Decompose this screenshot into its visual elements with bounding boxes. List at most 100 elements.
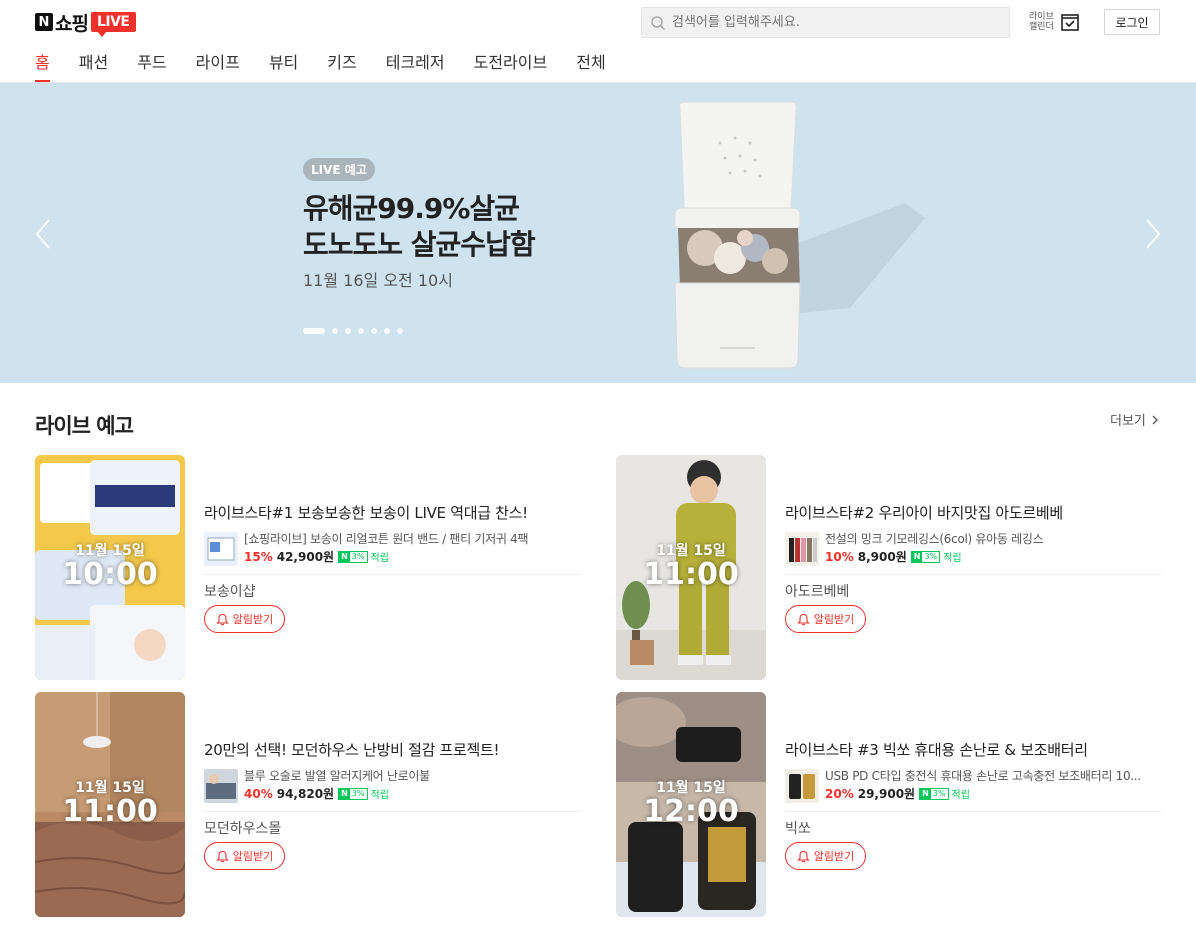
product-price-row: 10% 8,900원 N 3% 적립 — [825, 548, 962, 565]
product-thumbnail[interactable] — [785, 769, 819, 803]
live-schedule-card[interactable]: 11월 15일 11:00 20만의 선택! 모던하우스 난방비 절감 프로젝트… — [35, 692, 580, 917]
live-title[interactable]: 라이브스타 #3 빅쏘 휴대용 손난로 & 보조배터리 — [785, 739, 1088, 760]
nav-tab-challenge-live[interactable]: 도전라이브 — [474, 49, 548, 82]
login-button[interactable]: 로그인 — [1104, 9, 1160, 35]
search-icon — [651, 15, 666, 30]
alarm-button[interactable]: 알림받기 — [785, 842, 866, 870]
bell-icon — [796, 613, 810, 625]
live-preview-badge: LIVE 예고 — [303, 158, 375, 181]
live-calendar-button[interactable]: 라이브 캘린더 — [1029, 12, 1080, 32]
product-image — [785, 532, 819, 566]
product-name[interactable]: 블루 오술로 발열 알러지케어 난로이불 — [244, 767, 580, 784]
nav-tab-fashion[interactable]: 패션 — [79, 49, 108, 82]
calendar-icon — [1061, 14, 1079, 31]
carousel-dot[interactable] — [303, 328, 325, 334]
logo-live-badge: LIVE — [90, 12, 136, 37]
live-title[interactable]: 라이브스타#2 우리아이 바지맛집 아도르베베 — [785, 502, 1063, 523]
product-image — [204, 769, 238, 803]
carousel-dot[interactable] — [371, 328, 377, 334]
hero-banner[interactable]: LIVE 예고 유해균99.9%살균 도노도노 살균수납함 11월 16일 오전… — [0, 83, 1196, 383]
naver-n-icon: N — [35, 13, 53, 31]
product-image — [204, 532, 238, 566]
npay-rate: 3% — [351, 788, 365, 798]
seller-name[interactable]: 모던하우스몰 — [204, 818, 281, 838]
search-input[interactable] — [672, 15, 992, 30]
alarm-button[interactable]: 알림받기 — [204, 842, 285, 870]
nav-tab-kids[interactable]: 키즈 — [327, 49, 356, 82]
product-thumbnail[interactable] — [204, 769, 238, 803]
live-calendar-label: 라이브 캘린더 — [1029, 12, 1054, 32]
sale-price: 94,820원 — [276, 787, 335, 801]
product-price-row: 40% 94,820원 N 3% 적립 — [244, 785, 389, 802]
divider — [204, 811, 580, 812]
npay-rate: 3% — [351, 551, 365, 561]
logo-text: 쇼핑 — [55, 12, 89, 35]
live-thumbnail[interactable]: 11월 15일 11:00 — [616, 455, 766, 680]
live-time: 12:00 — [643, 794, 739, 829]
carousel-dot[interactable] — [384, 328, 390, 334]
sale-price: 42,900원 — [276, 550, 335, 564]
live-schedule-card[interactable]: 11월 15일 10:00 라이브스타#1 보송보송한 보송이 LIVE 역대급… — [35, 455, 580, 680]
live-thumbnail[interactable]: 11월 15일 11:00 — [35, 692, 185, 917]
naver-shopping-live-logo[interactable]: N 쇼핑 LIVE — [35, 10, 136, 37]
discount-rate: 40% — [244, 786, 273, 801]
seller-name[interactable]: 아도르베베 — [785, 581, 849, 601]
bell-icon — [215, 850, 229, 862]
live-thumbnail[interactable]: 11월 15일 12:00 — [616, 692, 766, 917]
product-name[interactable]: USB PD C타입 충전식 휴대용 손난로 고속충전 보조배터리 10... — [825, 767, 1161, 784]
alarm-button[interactable]: 알림받기 — [785, 605, 866, 633]
npay-rate: 3% — [932, 788, 946, 798]
more-link[interactable]: 더보기 — [1110, 410, 1160, 429]
discount-rate: 20% — [825, 786, 854, 801]
more-label: 더보기 — [1110, 414, 1146, 429]
live-title[interactable]: 라이브스타#1 보송보송한 보송이 LIVE 역대급 찬스! — [204, 502, 528, 523]
carousel-dot[interactable] — [358, 328, 364, 334]
divider — [785, 811, 1161, 812]
npay-icon: N — [920, 788, 931, 799]
banner-date: 11월 16일 오전 10시 — [303, 271, 453, 290]
chevron-right-icon — [1152, 415, 1158, 424]
live-thumbnail[interactable]: 11월 15일 10:00 — [35, 455, 185, 680]
nav-tab-all[interactable]: 전체 — [576, 49, 605, 82]
product-thumbnail[interactable] — [204, 532, 238, 566]
live-schedule-card[interactable]: 11월 15일 12:00 라이브스타 #3 빅쏘 휴대용 손난로 & 보조배터… — [616, 692, 1161, 917]
bell-icon — [215, 613, 229, 625]
carousel-dot[interactable] — [397, 328, 403, 334]
sterilizer-box-image — [674, 101, 925, 369]
npay-rate: 3% — [924, 551, 938, 561]
bell-icon — [796, 850, 810, 862]
live-time: 11:00 — [62, 794, 158, 829]
live-schedule-card[interactable]: 11월 15일 11:00 라이브스타#2 우리아이 바지맛집 아도르베베 전설… — [616, 455, 1161, 680]
live-time: 10:00 — [62, 557, 158, 592]
chevron-right-icon[interactable] — [1143, 218, 1163, 250]
search-bar[interactable] — [641, 7, 1010, 38]
product-name[interactable]: [쇼핑라이브] 보송이 리얼코튼 원더 밴드 / 팬티 기저귀 4팩 — [244, 530, 580, 547]
product-price-row: 20% 29,900원 N 3% 적립 — [825, 785, 970, 802]
live-time: 11:00 — [643, 557, 739, 592]
nav-tab-life[interactable]: 라이프 — [196, 49, 240, 82]
reward-label: 적립 — [370, 790, 389, 801]
discount-rate: 10% — [825, 549, 854, 564]
carousel-dot[interactable] — [345, 328, 351, 334]
nav-tab-food[interactable]: 푸드 — [137, 49, 166, 82]
product-name[interactable]: 전설의 밍크 기모레깅스(6col) 유아동 레깅스 — [825, 530, 1161, 547]
seller-name[interactable]: 빅쏘 — [785, 818, 811, 838]
sale-price: 29,900원 — [857, 787, 916, 801]
nav-tab-home[interactable]: 홈 — [35, 49, 50, 82]
nav-tab-tech-leisure[interactable]: 테크레저 — [386, 49, 445, 82]
product-image — [785, 769, 819, 803]
npay-badge: N 3% — [919, 787, 949, 800]
alarm-button[interactable]: 알림받기 — [204, 605, 285, 633]
discount-rate: 15% — [244, 549, 273, 564]
banner-title-line2: 도노도노 살균수납함 — [303, 228, 536, 261]
product-thumbnail[interactable] — [785, 532, 819, 566]
divider — [785, 574, 1161, 575]
chevron-left-icon[interactable] — [33, 218, 53, 250]
alarm-label: 알림받기 — [813, 613, 855, 626]
product-price-row: 15% 42,900원 N 3% 적립 — [244, 548, 389, 565]
seller-name[interactable]: 보송이샵 — [204, 581, 256, 601]
live-title[interactable]: 20만의 선택! 모던하우스 난방비 절감 프로젝트! — [204, 739, 500, 760]
carousel-dot[interactable] — [332, 328, 338, 334]
carousel-indicators — [303, 328, 410, 334]
nav-tab-beauty[interactable]: 뷰티 — [269, 49, 298, 82]
